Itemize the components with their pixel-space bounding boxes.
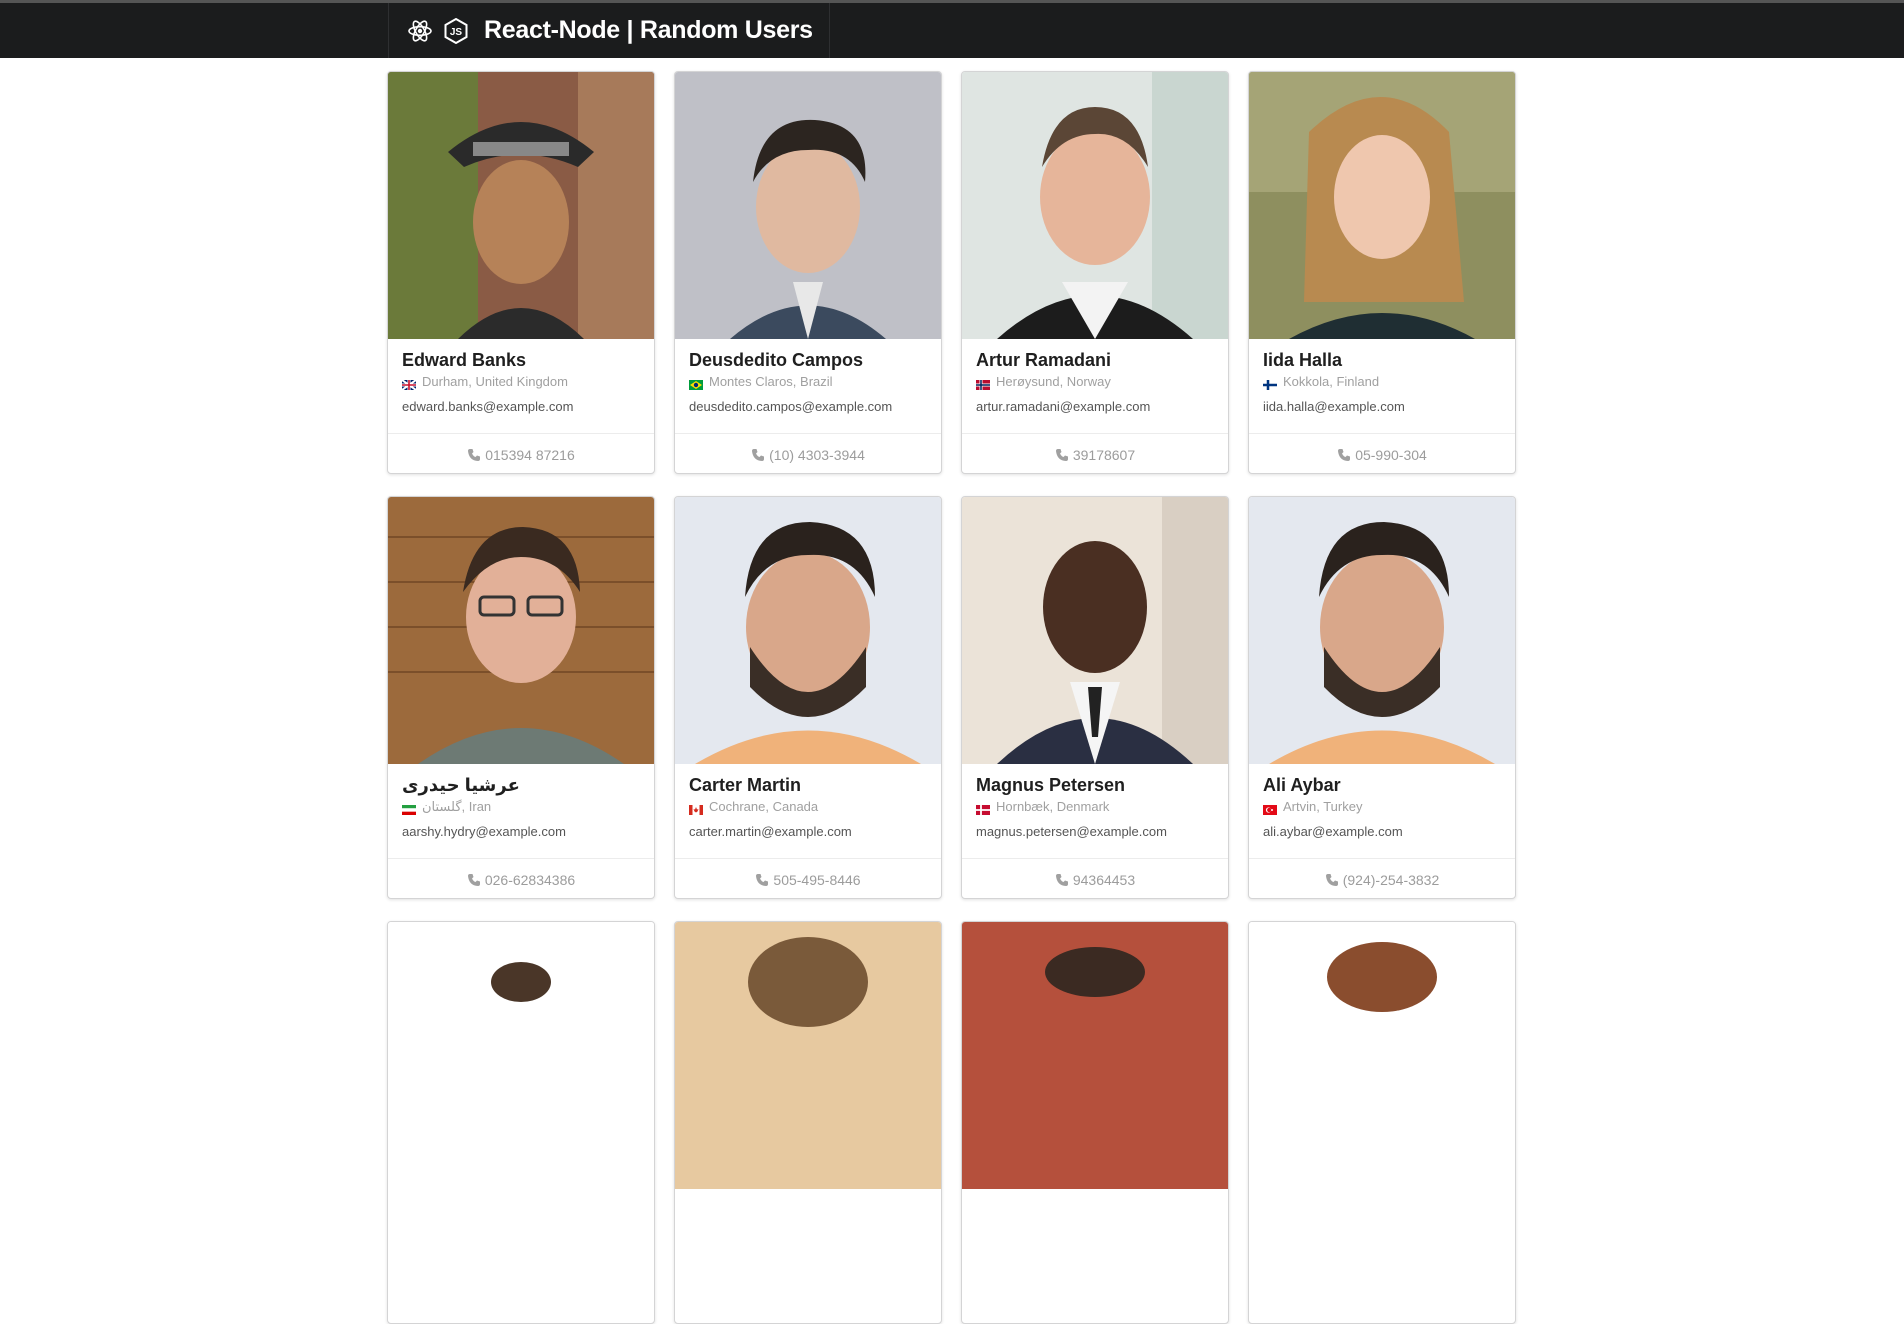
phone-icon: [1337, 448, 1351, 462]
user-photo: [1249, 72, 1515, 339]
react-logo-icon: [406, 17, 434, 45]
user-location: گلستان, Iran: [402, 798, 640, 816]
user-email: iida.halla@example.com: [1263, 399, 1405, 414]
user-location-text: Hornbæk, Denmark: [996, 799, 1110, 814]
flag-uk-icon: [401, 377, 417, 391]
user-phone-text: 05-990-304: [1355, 446, 1427, 463]
user-photo: [675, 497, 941, 764]
phone-icon: [1055, 873, 1069, 887]
user-card[interactable]: [387, 921, 655, 1324]
user-location: Hornbæk, Denmark: [976, 798, 1214, 816]
user-phone-text: 505-495-8446: [773, 871, 861, 888]
flag-iran-icon: [402, 802, 416, 815]
user-location-text: گلستان, Iran: [422, 799, 492, 814]
user-phone-text: 94364453: [1072, 871, 1136, 888]
user-location-text: Cochrane, Canada: [709, 799, 819, 814]
phone-icon: [467, 873, 481, 887]
phone-icon: [751, 448, 765, 462]
user-email: magnus.petersen@example.com: [976, 824, 1167, 839]
user-name: Magnus Petersen: [976, 775, 1126, 795]
user-photo: [675, 922, 941, 1189]
phone-icon: [1055, 448, 1069, 462]
user-card[interactable]: [1248, 921, 1516, 1324]
user-phone: 94364453: [962, 858, 1228, 898]
user-phone-text: 015394 87216: [485, 446, 575, 463]
flag-turkey-icon: [1263, 802, 1277, 815]
user-phone: 026-62834386: [388, 858, 654, 898]
app-title: React-Node | Random Users: [484, 16, 813, 44]
user-location-text: Montes Claros, Brazil: [709, 374, 833, 389]
user-card[interactable]: Edward Banks Durham, United Kingdom edwa…: [387, 71, 655, 474]
user-phone-text: 026-62834386: [484, 871, 576, 888]
user-card[interactable]: Magnus Petersen Hornbæk, Denmark magnus.…: [961, 496, 1229, 899]
user-photo: [388, 72, 654, 339]
user-phone-text: (10) 4303-3944: [769, 446, 865, 463]
user-email: deusdedito.campos@example.com: [689, 399, 893, 414]
user-email: edward.banks@example.com: [402, 399, 574, 414]
user-photo: [1249, 497, 1515, 764]
user-card[interactable]: [961, 921, 1229, 1324]
user-phone: 505-495-8446: [675, 858, 941, 898]
flag-finland-icon: [1263, 377, 1277, 390]
user-phone: 05-990-304: [1249, 433, 1515, 473]
user-card[interactable]: [674, 921, 942, 1324]
user-phone: (10) 4303-3944: [675, 433, 941, 473]
user-name: عرشیا حیدری: [402, 775, 520, 795]
phone-icon: [1325, 873, 1339, 887]
flag-canada-icon: [689, 802, 703, 815]
user-name: Artur Ramadani: [976, 350, 1112, 370]
user-location: Cochrane, Canada: [689, 798, 927, 816]
flag-norway-icon: [976, 377, 990, 390]
user-card[interactable]: Iida Halla Kokkola, Finland iida.halla@e…: [1248, 71, 1516, 474]
user-email: aarshy.hydry@example.com: [402, 824, 566, 839]
user-location: Herøysund, Norway: [976, 373, 1214, 391]
user-card[interactable]: Deusdedito Campos Montes Claros, Brazil …: [674, 71, 942, 474]
user-card[interactable]: Artur Ramadani Herøysund, Norway artur.r…: [961, 71, 1229, 474]
user-location: Artvin, Turkey: [1263, 798, 1501, 816]
user-card[interactable]: عرشیا حیدری گلستان, Iran aarshy.hydry@ex…: [387, 496, 655, 899]
svg-text:JS: JS: [450, 27, 463, 38]
user-phone: (924)-254-3832: [1249, 858, 1515, 898]
user-location-text: Herøysund, Norway: [996, 374, 1111, 389]
user-name: Edward Banks: [402, 350, 527, 370]
user-card[interactable]: Carter Martin Cochrane, Canada carter.ma…: [674, 496, 942, 899]
user-location: Montes Claros, Brazil: [689, 373, 927, 391]
flag-brazil-icon: [689, 377, 703, 390]
user-location: Durham, United Kingdom: [401, 373, 640, 391]
user-name: Deusdedito Campos: [689, 350, 864, 370]
user-photo: [388, 922, 654, 1189]
user-photo: [962, 72, 1228, 339]
user-photo: [962, 497, 1228, 764]
top-navbar: JS React-Node | Random Users: [0, 0, 1904, 58]
phone-icon: [467, 448, 481, 462]
user-photo: [1249, 922, 1515, 1189]
user-location-text: Artvin, Turkey: [1283, 799, 1363, 814]
user-phone-text: 39178607: [1072, 446, 1136, 463]
user-photo: [962, 922, 1228, 1189]
user-email: ali.aybar@example.com: [1263, 824, 1403, 839]
brand-home-link[interactable]: JS React-Node | Random Users: [388, 3, 830, 58]
nodejs-logo-icon: JS: [442, 17, 470, 45]
user-name: Ali Aybar: [1263, 775, 1341, 795]
user-email: artur.ramadani@example.com: [976, 399, 1151, 414]
user-photo: [388, 497, 654, 764]
user-photo: [675, 72, 941, 339]
flag-denmark-icon: [976, 802, 990, 815]
user-phone-text: (924)-254-3832: [1342, 871, 1440, 888]
user-location-text: Durham, United Kingdom: [422, 374, 568, 389]
user-location: Kokkola, Finland: [1263, 373, 1501, 391]
user-name: Iida Halla: [1263, 350, 1343, 370]
user-email: carter.martin@example.com: [689, 824, 852, 839]
user-name: Carter Martin: [689, 775, 802, 795]
phone-icon: [755, 873, 769, 887]
user-card[interactable]: Ali Aybar Artvin, Turkey ali.aybar@examp…: [1248, 496, 1516, 899]
user-location-text: Kokkola, Finland: [1283, 374, 1380, 389]
user-phone: 39178607: [962, 433, 1228, 473]
user-phone: 015394 87216: [388, 433, 654, 473]
